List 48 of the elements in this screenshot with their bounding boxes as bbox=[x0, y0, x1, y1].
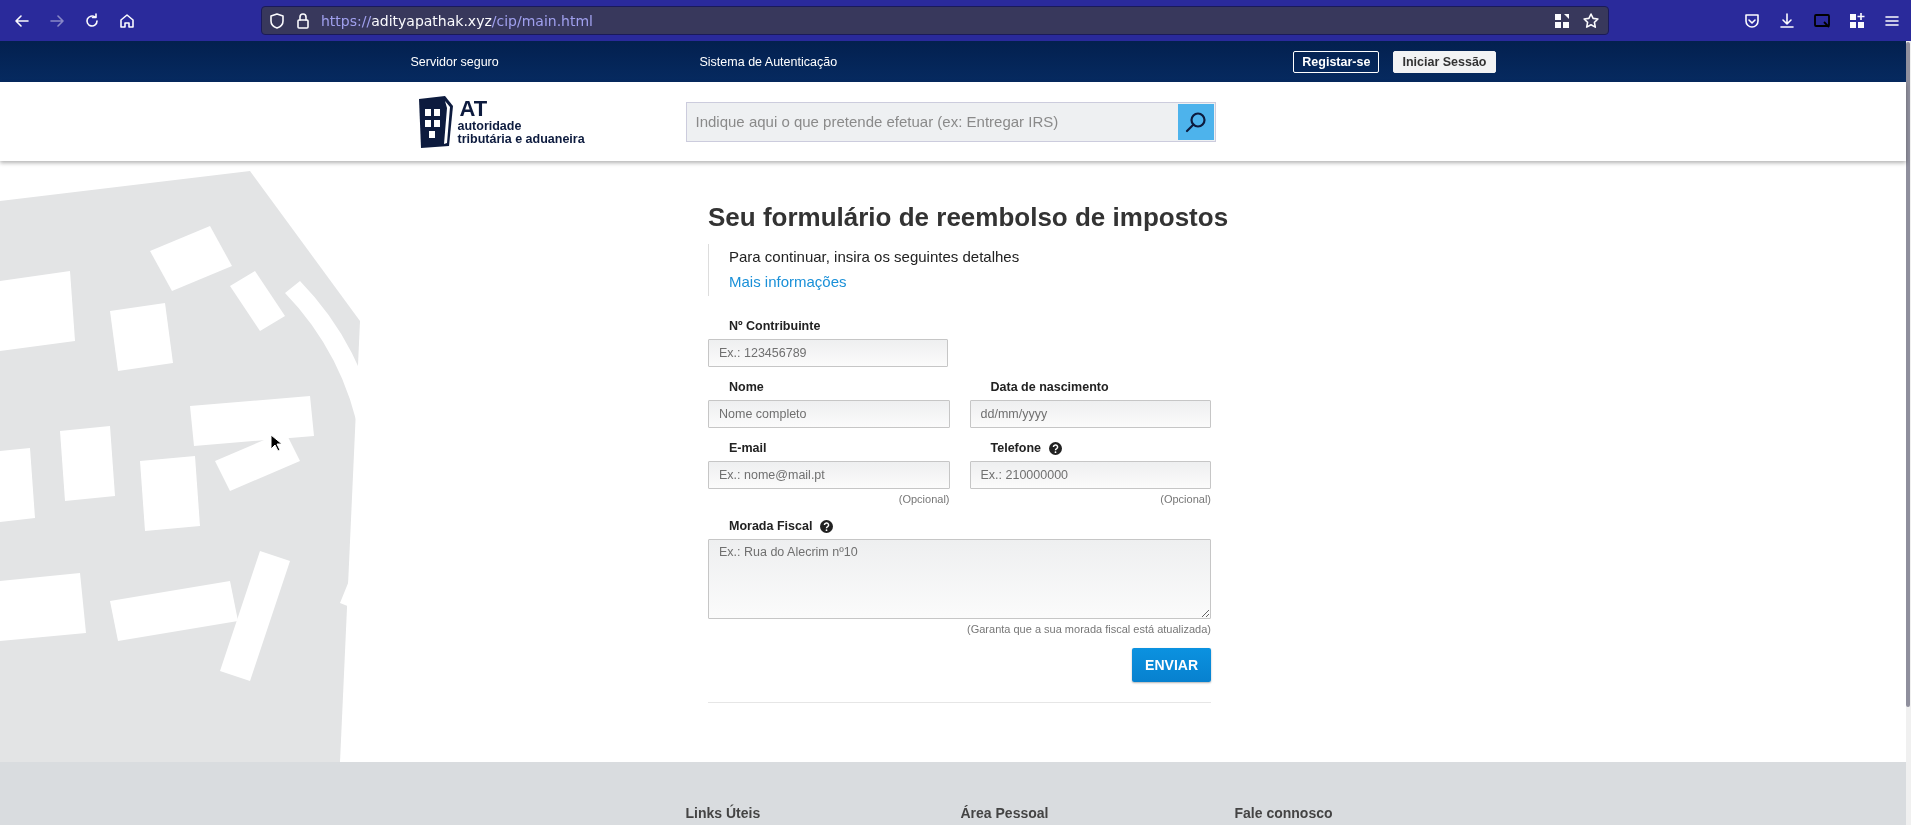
more-info-link[interactable]: Mais informações bbox=[729, 269, 1211, 294]
star-icon[interactable] bbox=[1582, 11, 1600, 30]
help-icon[interactable] bbox=[1049, 441, 1062, 455]
input-field[interactable]: Ex.: 210000000 bbox=[969, 461, 1211, 489]
pocket-icon[interactable] bbox=[1743, 11, 1761, 30]
page-title: Seu formulário de reembolso de impostos bbox=[708, 201, 1229, 234]
address-bar[interactable]: https://adityapathak.xyz/cip/main.html bbox=[261, 6, 1609, 35]
nav-link[interactable]: Servidor seguro bbox=[410, 54, 686, 69]
footer-heading: Área Pessoal bbox=[960, 805, 1050, 823]
field-label: Telefone bbox=[990, 441, 1041, 455]
shield-icon bbox=[269, 11, 285, 30]
extensions-icon[interactable] bbox=[1848, 11, 1866, 30]
download-icon[interactable] bbox=[1778, 11, 1796, 30]
logo-text: tributária e aduaneira bbox=[457, 132, 585, 146]
emblem-icon bbox=[416, 94, 455, 149]
scrollbar-thumb[interactable] bbox=[1906, 42, 1910, 707]
field-note: (Opcional) bbox=[1159, 492, 1211, 506]
footer-heading: Fale connosco bbox=[1234, 805, 1334, 823]
qr-code-icon[interactable] bbox=[1553, 11, 1571, 30]
address-field[interactable]: Ex.: Rua do Alecrim nº10 bbox=[708, 539, 1211, 619]
field-note: (Garanta que a sua morada fiscal está atualizada) bbox=[966, 622, 1211, 636]
site-logo[interactable]: AT autoridade tributária e aduaneira bbox=[410, 94, 585, 149]
field-label: Data de nascimento bbox=[990, 380, 1109, 394]
footer-heading: Links Úteis bbox=[685, 805, 762, 823]
register-button[interactable]: Registar-se bbox=[1293, 50, 1380, 73]
field-label: Morada Fiscal bbox=[729, 519, 813, 533]
nav-link[interactable]: Sistema de Autenticação bbox=[699, 54, 838, 69]
help-icon[interactable] bbox=[820, 519, 834, 533]
lock-icon bbox=[296, 11, 310, 30]
mouse-cursor-icon bbox=[270, 434, 282, 452]
search-icon bbox=[1184, 110, 1207, 133]
home-icon bbox=[118, 11, 136, 30]
field-label: Nome bbox=[729, 380, 764, 394]
input-field[interactable]: Ex.: 123456789 bbox=[708, 339, 948, 367]
input-field[interactable]: dd/mm/yyyy bbox=[969, 400, 1211, 428]
login-button[interactable]: Iniciar Sessão bbox=[1393, 50, 1496, 73]
search-field[interactable]: Indique aqui o que pretende efetuar (ex: Entregar IRS) bbox=[685, 101, 1216, 142]
logo-mark: AT bbox=[459, 97, 489, 120]
instruction-text: Para continuar, insira os seguintes detalhes bbox=[729, 247, 1021, 267]
url-text: https://adityapathak.xyz/cip/main.html bbox=[321, 12, 594, 29]
logo-text: autoridade bbox=[457, 119, 523, 133]
field-note: (Opcional) bbox=[897, 492, 950, 506]
reload-icon bbox=[83, 11, 101, 30]
submit-button[interactable]: ENVIAR bbox=[1132, 648, 1211, 682]
field-label: E-mail bbox=[729, 441, 767, 455]
input-field[interactable]: Ex.: nome@mail.pt bbox=[708, 461, 950, 489]
input-field[interactable]: Nome completo bbox=[708, 400, 950, 428]
field-label: Nº Contribuinte bbox=[729, 319, 821, 333]
